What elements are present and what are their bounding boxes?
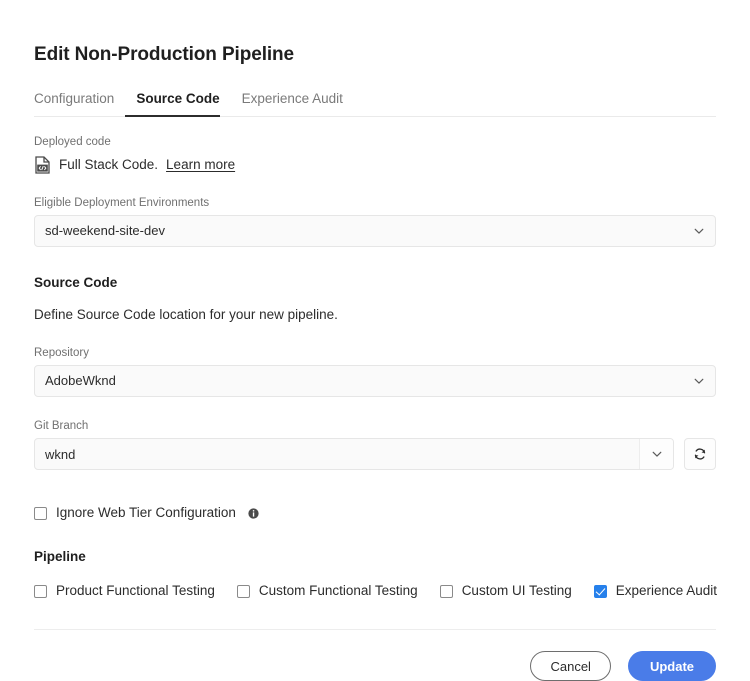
deployed-code-label: Deployed code [34,135,716,149]
refresh-branches-button[interactable] [684,438,716,470]
repository-select[interactable]: AdobeWknd [34,365,716,397]
pipeline-option-custom-functional-testing[interactable]: Custom Functional Testing [237,582,418,600]
tab-label: Configuration [34,91,114,106]
cancel-button[interactable]: Cancel [530,651,610,681]
learn-more-link[interactable]: Learn more [166,156,235,174]
tab-label: Source Code [136,91,219,106]
code-file-icon [34,156,51,174]
checkbox[interactable] [594,585,607,598]
tab-experience-audit[interactable]: Experience Audit [231,92,354,116]
tab-label: Experience Audit [242,91,343,106]
repository-label: Repository [34,346,716,360]
chevron-down-icon [651,448,663,460]
source-code-description: Define Source Code location for your new… [34,306,716,324]
dialog-actions: Cancel Update [34,651,716,681]
chevron-down-icon [693,375,705,387]
pipeline-option-label: Product Functional Testing [56,582,215,600]
ignore-web-tier-checkbox[interactable] [34,507,47,520]
git-branch-group: Git Branch [34,419,716,470]
eligible-environments-select[interactable]: sd-weekend-site-dev [34,215,716,247]
tab-configuration[interactable]: Configuration [34,92,125,116]
git-branch-combobox[interactable] [34,438,674,470]
pipeline-option-label: Custom UI Testing [462,582,572,600]
checkbox[interactable] [34,585,47,598]
refresh-icon [693,447,707,461]
chevron-down-icon [693,225,705,237]
git-branch-dropdown-button[interactable] [639,439,673,469]
edit-pipeline-dialog: Edit Non-Production Pipeline Configurati… [0,0,750,678]
repository-group: Repository AdobeWknd [34,346,716,397]
source-code-heading: Source Code [34,274,716,291]
checkbox[interactable] [237,585,250,598]
pipeline-option-label: Custom Functional Testing [259,582,418,600]
pipeline-option-custom-ui-testing[interactable]: Custom UI Testing [440,582,572,600]
footer-divider [34,629,716,630]
update-button[interactable]: Update [628,651,716,681]
deployed-code-text: Full Stack Code. [59,156,158,174]
eligible-environments-label: Eligible Deployment Environments [34,196,716,210]
pipeline-heading: Pipeline [34,548,716,565]
page-title: Edit Non-Production Pipeline [34,0,716,67]
tab-source-code[interactable]: Source Code [125,92,230,116]
eligible-environments-value: sd-weekend-site-dev [45,223,693,239]
deployed-code-row: Full Stack Code. Learn more [34,156,716,174]
git-branch-input[interactable] [35,439,639,469]
pipeline-options: Product Functional Testing Custom Functi… [34,582,716,600]
repository-value: AdobeWknd [45,373,693,389]
git-branch-row [34,438,716,470]
pipeline-option-experience-audit[interactable]: Experience Audit [594,582,717,600]
checkbox[interactable] [440,585,453,598]
git-branch-label: Git Branch [34,419,716,433]
eligible-environments-group: Eligible Deployment Environments sd-week… [34,196,716,247]
pipeline-option-product-functional-testing[interactable]: Product Functional Testing [34,582,215,600]
info-icon[interactable] [248,508,259,519]
deployed-code-section: Deployed code Full Stack Code. Learn mor… [34,135,716,174]
tab-bar: Configuration Source Code Experience Aud… [34,86,716,117]
ignore-web-tier-row[interactable]: Ignore Web Tier Configuration [34,504,716,522]
pipeline-option-label: Experience Audit [616,582,717,600]
ignore-web-tier-label: Ignore Web Tier Configuration [56,504,236,522]
